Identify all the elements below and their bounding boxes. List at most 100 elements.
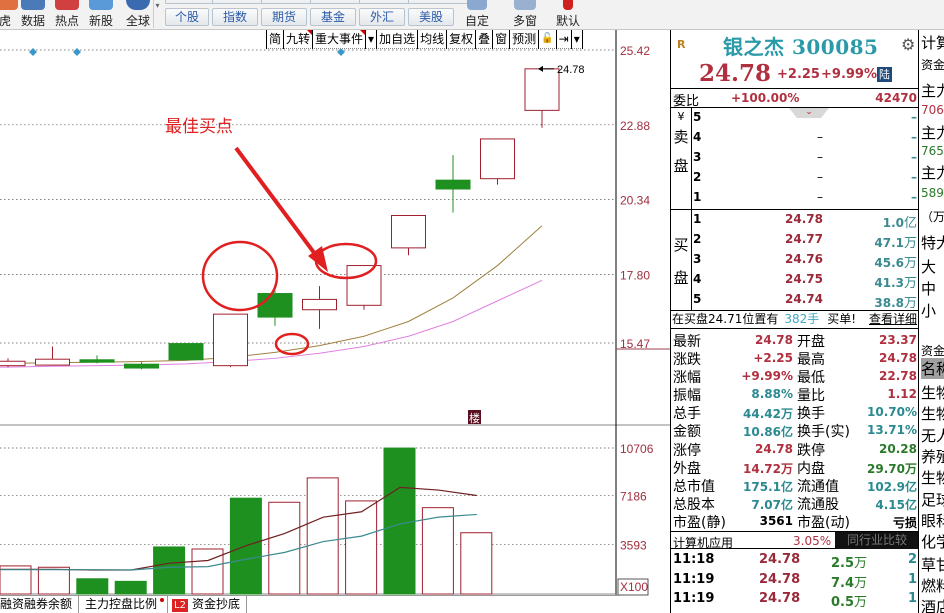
tab-bottom-fishing[interactable]: L2 资金抄底 bbox=[168, 596, 247, 613]
industry-name[interactable]: 计算机应用 bbox=[673, 534, 733, 551]
market-button-stock[interactable]: 个股 bbox=[165, 8, 209, 26]
stat-value: 14.72万 bbox=[743, 461, 793, 476]
fund-flow-item[interactable]: 养殖 bbox=[921, 446, 944, 467]
tick-volume: 0.5万 bbox=[831, 595, 868, 610]
chart-btn-window[interactable]: 窗 bbox=[492, 30, 509, 49]
candle-body bbox=[79, 359, 115, 363]
chart-btn-adjust[interactable]: 复权 bbox=[446, 30, 475, 49]
chart-btn-nine-turn[interactable]: 九转 bbox=[283, 30, 313, 49]
fund-flow-item[interactable]: （万 bbox=[921, 208, 944, 225]
toolbar-item-hot[interactable]: 热点 bbox=[52, 0, 82, 30]
tick-volume: 7.4万 bbox=[831, 575, 868, 591]
buy-row[interactable]: 4 24.75 41.3万 bbox=[693, 270, 919, 291]
chart-btn-overlay[interactable]: 叠 bbox=[475, 30, 492, 49]
y-tick-label: 20.34 bbox=[620, 194, 650, 208]
hint-action: 买单! bbox=[827, 312, 857, 326]
tab-label: 融资融券余额 bbox=[0, 597, 73, 611]
fund-flow-item[interactable]: 生物 bbox=[921, 403, 944, 424]
stat-row: 金额 10.86亿 换手(实) 13.71% bbox=[671, 421, 919, 440]
fund-flow-item[interactable]: 主力 bbox=[921, 162, 944, 183]
market-button-futures[interactable]: 期货 bbox=[261, 8, 307, 26]
stat-label: 量比 bbox=[797, 388, 825, 405]
fund-flow-item[interactable]: 眼科 bbox=[921, 510, 944, 531]
currency-icon: ¥ bbox=[677, 110, 685, 123]
toolbar-item-multi-window[interactable]: 多窗 bbox=[505, 0, 545, 30]
volume-bar bbox=[421, 507, 454, 595]
tick-price: 24.78 bbox=[759, 552, 801, 567]
fund-flow-item[interactable]: 资金 bbox=[921, 342, 944, 359]
stat-label: 最低 bbox=[797, 370, 825, 387]
new-stock-icon bbox=[89, 0, 113, 10]
fund-flow-item[interactable]: 化学 bbox=[921, 531, 944, 552]
market-button-index[interactable]: 指数 bbox=[212, 8, 258, 26]
chart-btn-major-events[interactable]: 重大事件 bbox=[312, 30, 366, 49]
annotation-text: 最佳买点 bbox=[165, 117, 233, 137]
stat-value: 29.70万 bbox=[867, 461, 917, 476]
fund-flow-item[interactable]: 无人 bbox=[921, 425, 944, 446]
fund-flow-item[interactable]: 燃料 bbox=[921, 575, 944, 596]
market-button-us-stock[interactable]: 美股 bbox=[408, 8, 454, 26]
fund-flow-item[interactable]: 足球 bbox=[921, 489, 944, 510]
stat-row: 涨跌 +2.25 最高 24.78 bbox=[671, 349, 919, 368]
fund-flow-item[interactable]: 765 bbox=[921, 144, 944, 158]
fund-flow-item[interactable]: 中 bbox=[921, 278, 936, 299]
toolbar-item-default[interactable]: 默认 bbox=[548, 0, 588, 30]
tab-margin-balance[interactable]: 融资融券余额 bbox=[0, 596, 80, 613]
chart-btn-simple[interactable]: 简 bbox=[266, 30, 283, 49]
buy-row[interactable]: 5 24.74 38.8万 bbox=[693, 290, 919, 311]
fund-flow-item[interactable]: 主力 bbox=[921, 122, 944, 143]
stat-value: 175.1亿 bbox=[743, 479, 793, 494]
fund-flow-item[interactable]: 主力 bbox=[921, 80, 944, 101]
fund-flow-item[interactable]: 706 bbox=[921, 103, 944, 117]
buy-book: 买 盘 1 24.78 1.0亿 2 24.77 47.1万 3 24.76 45.6万 4… bbox=[671, 210, 919, 311]
fund-flow-item[interactable]: 生物 bbox=[921, 467, 944, 488]
l2-badge: L2 bbox=[172, 599, 188, 612]
toolbar-item-custom[interactable]: 自定 bbox=[458, 0, 496, 30]
fund-flow-item[interactable]: 生物 bbox=[921, 382, 944, 403]
chart-btn-ma[interactable]: 均线 bbox=[417, 30, 446, 49]
fund-flow-item[interactable]: 小 bbox=[921, 300, 936, 321]
lock-icon[interactable]: 🔓 bbox=[538, 30, 555, 49]
industry-compare-button[interactable]: 同行业比较 bbox=[835, 532, 919, 549]
chart-btn-add-watchlist[interactable]: 加自选 bbox=[376, 30, 417, 49]
fund-flow-item[interactable]: 草甘 bbox=[921, 554, 944, 575]
toolbar-item-tiger[interactable]: 虎 bbox=[0, 0, 18, 30]
fund-flow-item[interactable]: 资金 bbox=[921, 56, 944, 73]
toolbar-item-new-stock[interactable]: 新股 bbox=[86, 0, 116, 30]
buy-row[interactable]: 2 24.77 47.1万 bbox=[693, 230, 919, 251]
fund-flow-item[interactable]: 名称 bbox=[921, 358, 944, 379]
gear-icon[interactable]: ⚙ bbox=[901, 35, 915, 54]
r-badge: R bbox=[677, 38, 686, 51]
tab-main-control-ratio[interactable]: 主力控盘比例 bbox=[79, 596, 169, 613]
globe-dropdown-arrow[interactable]: ▾ bbox=[153, 0, 161, 28]
hot-icon bbox=[55, 0, 79, 10]
data-icon bbox=[21, 0, 45, 10]
jump-end-icon[interactable]: ⇥ bbox=[555, 30, 571, 49]
connect-badge[interactable]: 陆 bbox=[877, 67, 892, 82]
stat-value: 8.88% bbox=[751, 387, 793, 402]
toolbar-item-global[interactable]: 全球 bbox=[120, 0, 156, 30]
stat-value: +9.99% bbox=[741, 369, 793, 384]
stat-row: 涨幅 +9.99% 最低 22.78 bbox=[671, 367, 919, 387]
chart-btn-more-dropdown[interactable]: ▾ bbox=[570, 30, 583, 49]
stat-label: 涨幅 bbox=[673, 370, 701, 387]
large-order-hint: 在买盘24.71位置有 382手 买单! 查看详细 bbox=[671, 311, 919, 329]
buy-row[interactable]: 3 24.76 45.6万 bbox=[693, 250, 919, 271]
toolbar-item-data[interactable]: 数据 bbox=[18, 0, 48, 30]
fund-flow-item[interactable]: 589 bbox=[921, 186, 944, 200]
y-tick-label: 7186 bbox=[620, 490, 647, 504]
stat-value: 10.70% bbox=[867, 405, 917, 420]
panel-header[interactable]: 计算 bbox=[921, 32, 944, 53]
fund-flow-item[interactable]: 特大 bbox=[921, 232, 944, 253]
kline-chart[interactable]: 24.78 25.4222.8820.3417.8015.47 最佳买点楼 10… bbox=[0, 30, 670, 613]
buy-row[interactable]: 1 24.78 1.0亿 bbox=[693, 210, 919, 231]
market-button-fund[interactable]: 基金 bbox=[310, 8, 356, 26]
fund-flow-item[interactable]: 酒店 bbox=[921, 596, 944, 613]
stat-value: +2.25 bbox=[753, 351, 793, 366]
stat-label: 总手 bbox=[673, 406, 701, 423]
chart-btn-events-dropdown[interactable]: ▾ bbox=[365, 30, 376, 49]
fund-flow-item[interactable]: 大 bbox=[921, 256, 936, 277]
chart-btn-forecast[interactable]: 预测 bbox=[509, 30, 538, 49]
market-button-forex[interactable]: 外汇 bbox=[359, 8, 405, 26]
view-detail-link[interactable]: 查看详细 bbox=[869, 311, 917, 328]
